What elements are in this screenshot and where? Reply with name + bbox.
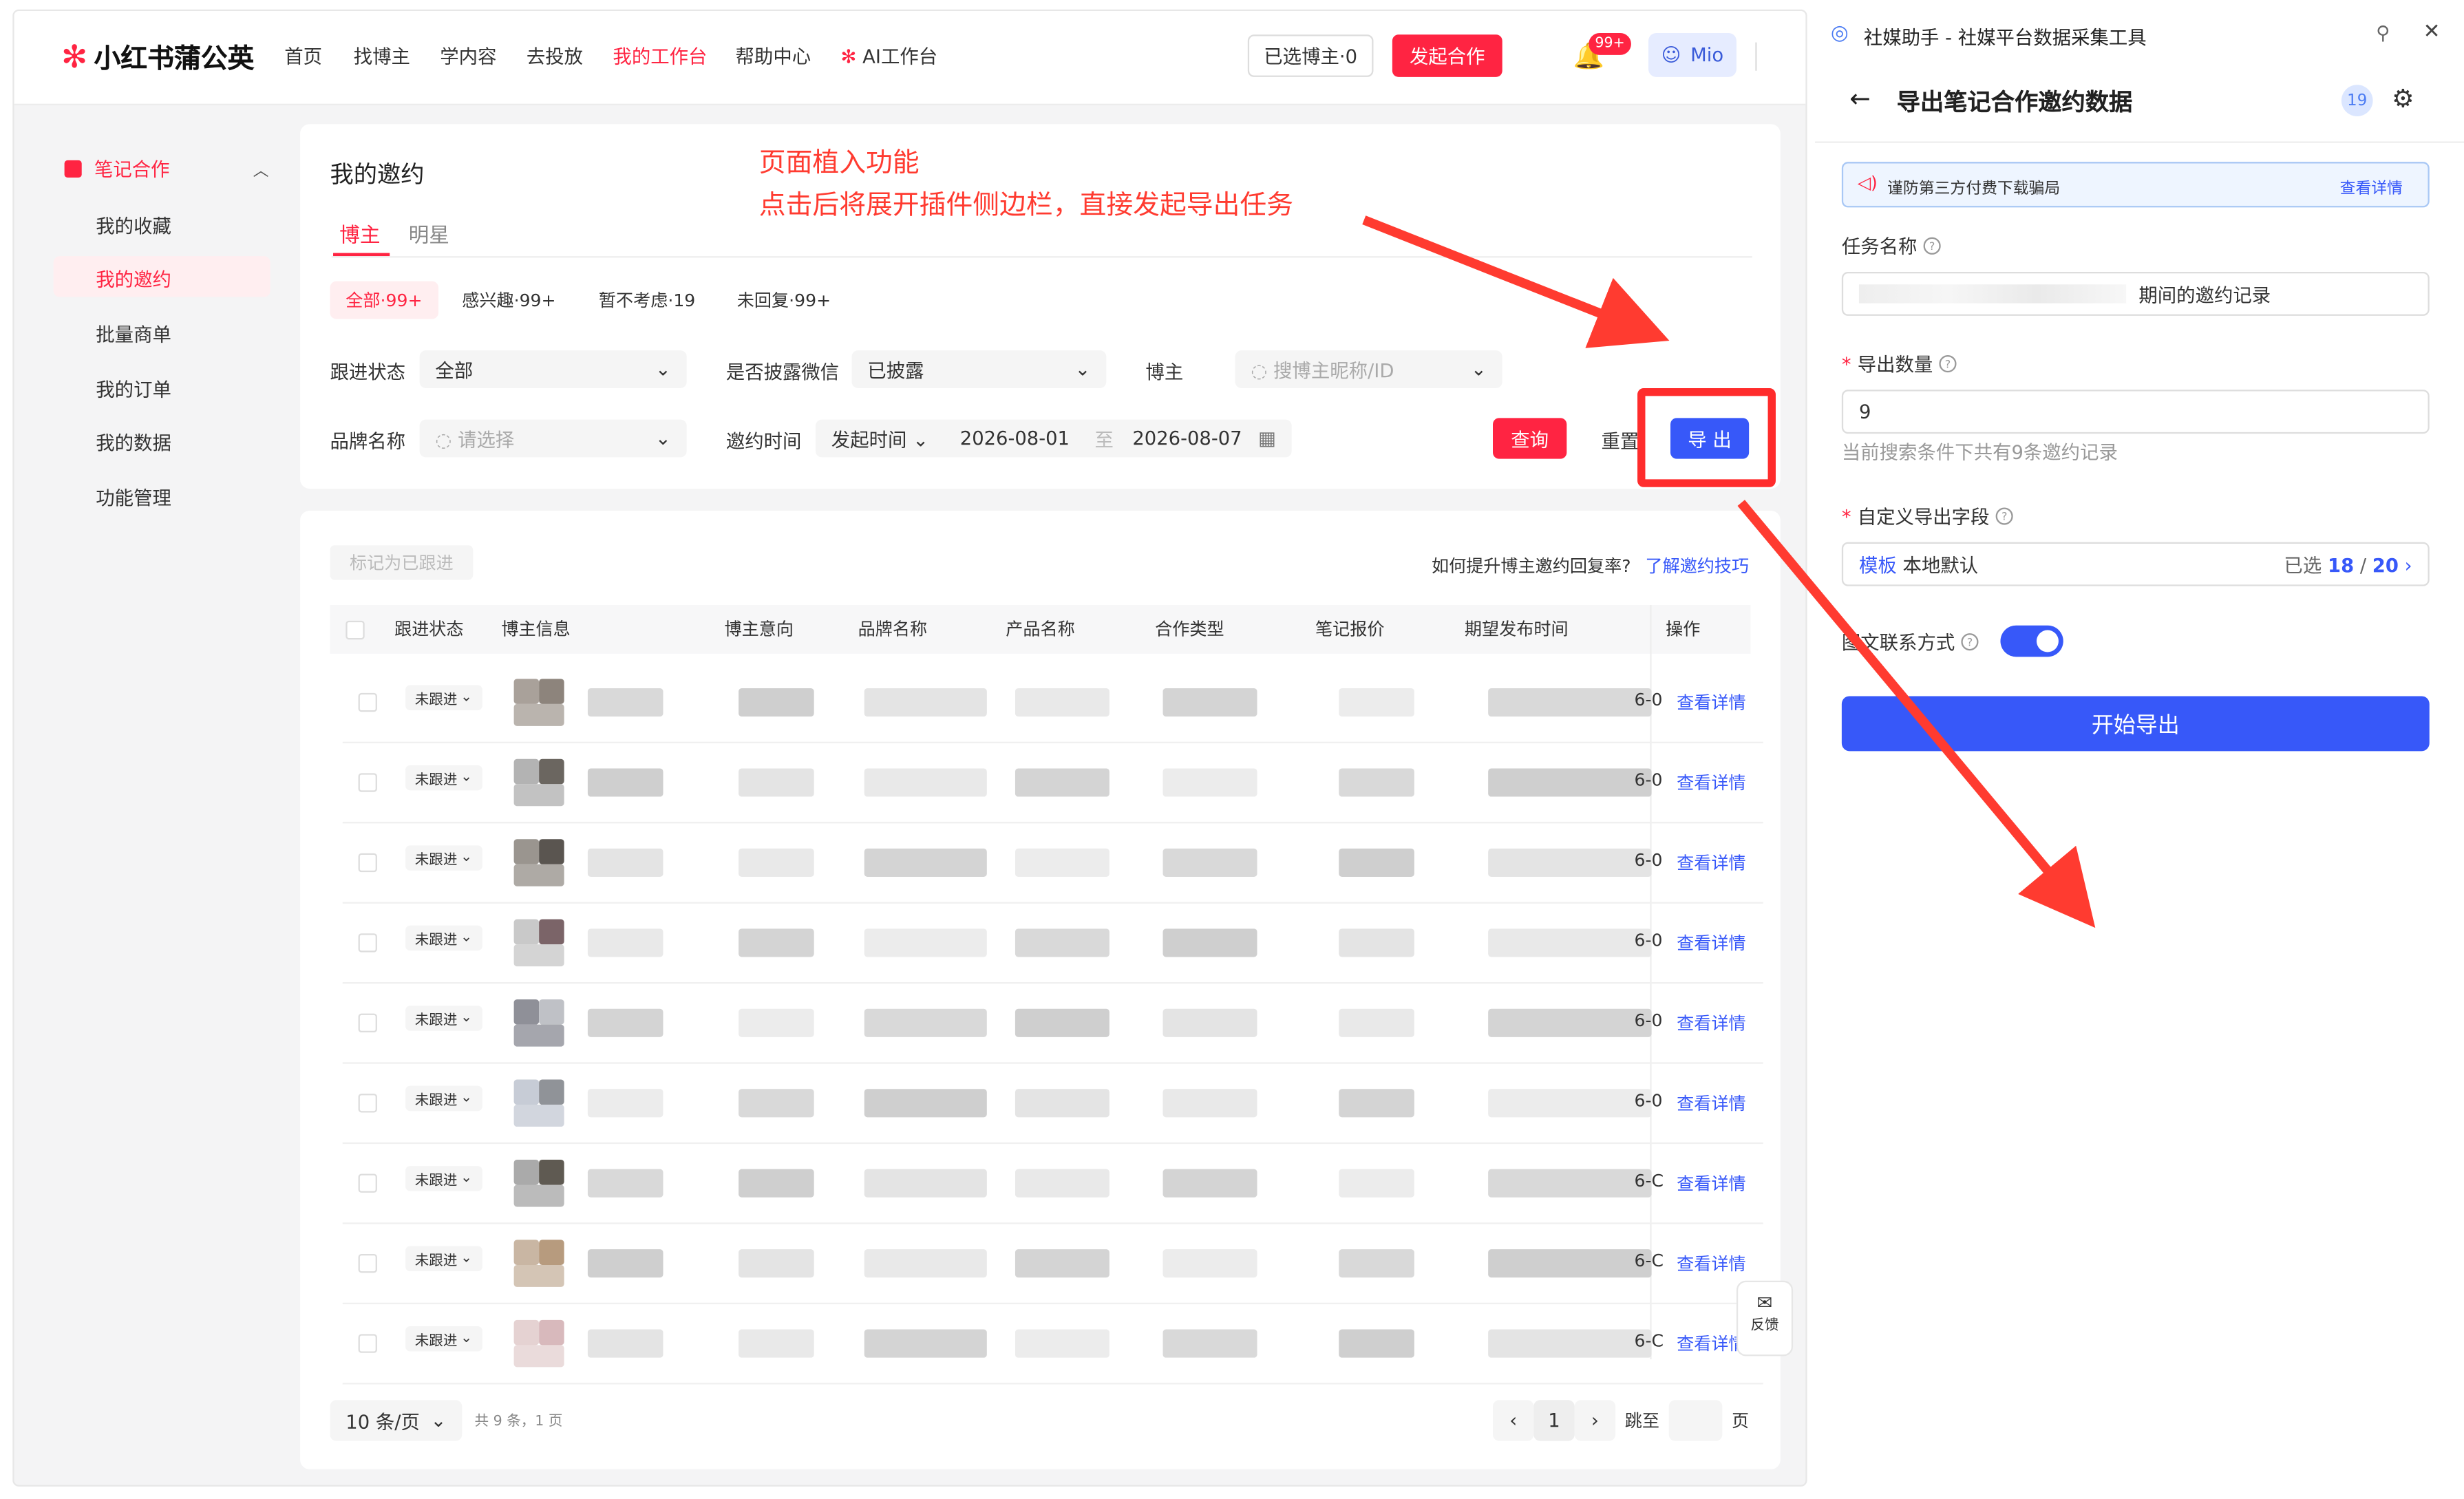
- annotation-arrows: [1362, 215, 2096, 928]
- arrow-to-panel: [1737, 500, 2096, 928]
- arrow-to-export: [1362, 215, 1670, 348]
